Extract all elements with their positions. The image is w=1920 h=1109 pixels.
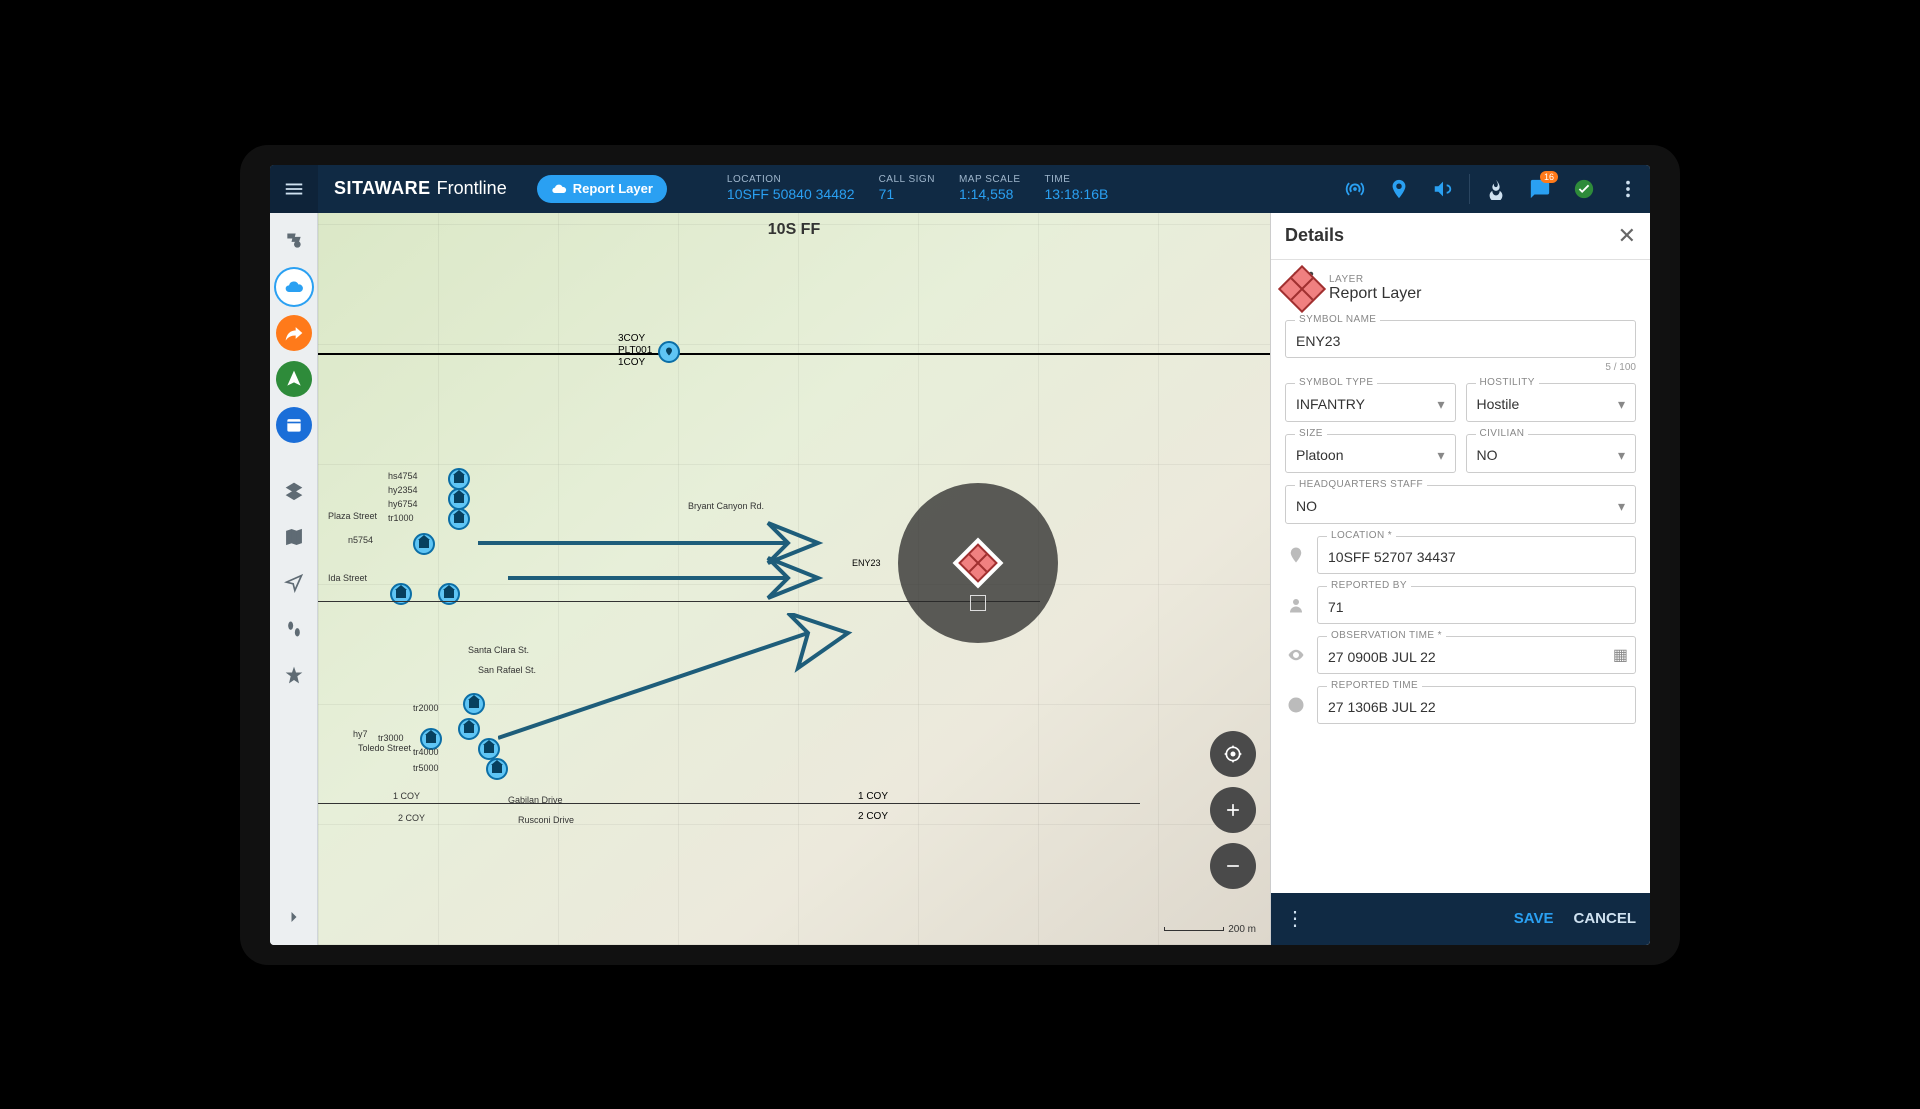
target-label: ENY23 <box>852 558 881 568</box>
tool-layers-icon[interactable] <box>276 473 312 509</box>
tablet-frame: SITAWARE Frontline Report Layer LOCATION… <box>240 145 1680 965</box>
more-icon[interactable] <box>1606 165 1650 213</box>
unit-marker[interactable] <box>478 738 500 760</box>
char-counter: 5 / 100 <box>1285 362 1636 373</box>
calendar-icon[interactable]: ▦ <box>1613 645 1628 665</box>
reported-time-field: REPORTED TIME <box>1317 686 1636 724</box>
chevron-down-icon: ▾ <box>1618 498 1625 515</box>
tool-nav-icon[interactable] <box>276 361 312 397</box>
chevron-down-icon: ▾ <box>1437 396 1444 413</box>
cancel-button[interactable]: CANCEL <box>1574 910 1637 927</box>
status-mapscale: MAP SCALE 1:14,558 <box>959 174 1021 203</box>
broadcast-icon[interactable] <box>1333 165 1377 213</box>
panel-header: Details ✕ <box>1271 213 1650 260</box>
reported-time-input[interactable] <box>1317 686 1636 724</box>
tool-map-icon[interactable] <box>276 519 312 555</box>
tool-star-icon[interactable] <box>276 657 312 693</box>
observation-time-field: OBSERVATION TIME * ▦ <box>1317 636 1636 674</box>
brand-name: SITAWARE <box>334 178 431 199</box>
status-ok-icon[interactable] <box>1562 165 1606 213</box>
hostile-diamond-icon <box>958 543 998 583</box>
zoom-in-button[interactable] <box>1210 787 1256 833</box>
size-field: SIZE Platoon▾ <box>1285 434 1456 473</box>
grid-label: 10S FF <box>768 221 820 239</box>
brand: SITAWARE Frontline <box>318 178 523 199</box>
status-group: LOCATION 10SFF 50840 34482 CALL SIGN 71 … <box>727 174 1108 203</box>
symbol-type-select[interactable]: INFANTRY▾ <box>1285 383 1456 422</box>
hq-select[interactable]: NO▾ <box>1285 485 1636 524</box>
location-pin-icon <box>1285 546 1307 564</box>
report-layer-pill[interactable]: Report Layer <box>537 175 667 203</box>
phase-line-3 <box>318 803 1140 804</box>
close-icon[interactable]: ✕ <box>1618 223 1636 249</box>
civilian-select[interactable]: NO▾ <box>1466 434 1637 473</box>
status-time: TIME 13:18:16B <box>1045 174 1109 203</box>
chevron-down-icon: ▾ <box>1618 447 1625 464</box>
sidebar-expand-button[interactable] <box>276 899 312 935</box>
pill-label: Report Layer <box>573 181 653 196</box>
locate-button[interactable] <box>1210 731 1256 777</box>
scale-bar: 200 m <box>1164 924 1256 935</box>
map-canvas[interactable]: 10S FF 3COY PLT001 1COY hs4754 hy2354 hy… <box>318 213 1270 945</box>
main: 10S FF 3COY PLT001 1COY hs4754 hy2354 hy… <box>270 213 1650 945</box>
eye-icon <box>1285 646 1307 664</box>
panel-footer: ⋮ SAVE CANCEL <box>1271 893 1650 945</box>
chevron-down-icon: ▾ <box>1437 447 1444 464</box>
brand-sub: Frontline <box>437 178 507 199</box>
fire-icon[interactable] <box>1474 165 1518 213</box>
volume-icon[interactable] <box>1421 165 1465 213</box>
unit-marker[interactable] <box>413 533 435 555</box>
menu-button[interactable] <box>270 165 318 213</box>
clock-icon <box>1285 696 1307 714</box>
tool-footsteps-icon[interactable] <box>276 611 312 647</box>
unit-marker[interactable] <box>448 508 470 530</box>
phase-line-1 <box>318 353 1270 355</box>
reportedby-field: REPORTED BY <box>1317 586 1636 624</box>
sidebar <box>270 213 318 945</box>
person-icon <box>1285 596 1307 614</box>
hostility-select[interactable]: Hostile▾ <box>1466 383 1637 422</box>
screen: SITAWARE Frontline Report Layer LOCATION… <box>270 165 1650 945</box>
unit-marker[interactable] <box>658 341 680 363</box>
chat-badge: 16 <box>1540 171 1558 183</box>
size-select[interactable]: Platoon▾ <box>1285 434 1456 473</box>
tool-share-icon[interactable] <box>276 315 312 351</box>
location-input[interactable] <box>1317 536 1636 574</box>
details-panel: Details ✕ ••• LAYER Report Layer SYMBOL … <box>1270 213 1650 945</box>
hq-field: HEADQUARTERS STAFF NO▾ <box>1285 485 1636 524</box>
status-location: LOCATION 10SFF 50840 34482 <box>727 174 855 203</box>
status-callsign: CALL SIGN 71 <box>879 174 935 203</box>
chat-icon[interactable]: 16 <box>1518 165 1562 213</box>
tool-cursor-icon[interactable] <box>276 565 312 601</box>
tool-flag-icon[interactable] <box>276 223 312 259</box>
cloud-icon <box>551 181 567 197</box>
save-button[interactable]: SAVE <box>1514 910 1554 927</box>
target-circle[interactable]: ENY23 <box>898 483 1058 643</box>
layer-row[interactable]: ••• LAYER Report Layer <box>1285 272 1636 306</box>
arrow-3 <box>498 613 868 743</box>
unit-marker[interactable] <box>463 693 485 715</box>
unit-marker[interactable] <box>448 468 470 490</box>
symbol-type-field: SYMBOL TYPE INFANTRY▾ <box>1285 383 1456 422</box>
observation-time-input[interactable] <box>1317 636 1636 674</box>
zoom-out-button[interactable] <box>1210 843 1256 889</box>
unit-marker[interactable] <box>448 488 470 510</box>
tool-calendar-icon[interactable] <box>276 407 312 443</box>
footer-more-icon[interactable]: ⋮ <box>1285 906 1307 931</box>
hostility-field: HOSTILITY Hostile▾ <box>1466 383 1637 422</box>
topbar: SITAWARE Frontline Report Layer LOCATION… <box>270 165 1650 213</box>
arrow-2 <box>508 553 838 603</box>
symbol-name-field: SYMBOL NAME <box>1285 320 1636 358</box>
location-field: LOCATION * <box>1317 536 1636 574</box>
symbol-name-input[interactable] <box>1285 320 1636 358</box>
unit-marker[interactable] <box>486 758 508 780</box>
unit-marker[interactable] <box>458 718 480 740</box>
civilian-field: CIVILIAN NO▾ <box>1466 434 1637 473</box>
tool-cloud-icon[interactable] <box>276 269 312 305</box>
panel-title: Details <box>1285 225 1344 246</box>
chevron-down-icon: ▾ <box>1618 396 1625 413</box>
reportedby-input[interactable] <box>1317 586 1636 624</box>
pin-icon[interactable] <box>1377 165 1421 213</box>
layer-diamond-icon <box>1278 264 1326 312</box>
